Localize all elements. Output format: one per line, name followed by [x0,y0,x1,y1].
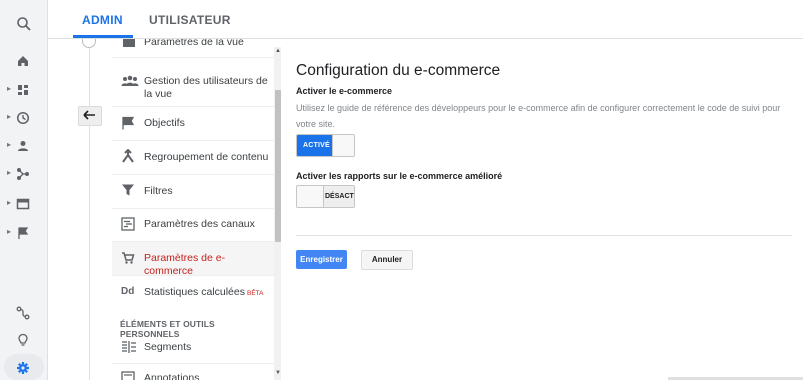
nav-item-label: Paramètres de la vue [144,39,244,48]
nav-item-segments[interactable]: Segments [112,333,275,364]
toggle-state-label: DÉSACTIVÉ [324,186,354,207]
nav-scrollbar-thumb[interactable] [275,90,281,242]
attribution-icon[interactable] [0,299,47,327]
nav-item-channel-settings[interactable]: Paramètres des canaux [112,209,275,242]
scroll-down-icon[interactable]: ▼ [275,370,281,376]
gear-icon[interactable] [0,354,47,382]
enhanced-ecommerce-toggle[interactable]: DÉSACTIVÉ [296,185,355,208]
chevron-right-icon: ▸ [7,227,12,236]
arrow-left-icon [83,110,95,120]
tab-admin[interactable]: ADMIN [82,13,123,27]
beta-badge: BÊTA [246,290,264,297]
hierarchy-line [89,45,90,380]
ecommerce-config-panel: Configuration du e-commerce Activer le e… [296,39,796,380]
home-icon[interactable] [0,47,47,75]
search-icon[interactable] [0,9,47,37]
nav-item-calculated-metrics[interactable]: Dd Statistiques calculées BÊTA [112,276,275,310]
nav-item-label: Paramètres de e-commerce [144,252,226,277]
behavior-icon[interactable]: ▸ [0,190,47,218]
content-grouping-icon [122,149,134,163]
enhanced-ecommerce-label: Activer les rapports sur le e-commerce a… [296,171,503,181]
nav-item-label: Annotations [144,372,200,380]
nav-item-user-management[interactable]: Gestion des utilisateurs de la vue [112,58,275,107]
toggle-state-label: ACTIVÉ [297,135,332,156]
nav-item-label: Regroupement de contenu [144,151,269,163]
hierarchy-column [48,39,112,380]
tab-utilisateur[interactable]: UTILISATEUR [149,13,231,27]
nav-item-label: Objectifs [144,117,185,129]
active-tab-indicator [73,35,133,38]
view-settings-nav: Paramètres de la vue Gestion des utilisa… [112,39,275,380]
enable-ecommerce-label: Activer le e-commerce [296,86,393,96]
toggle-knob [297,186,324,207]
person-icon[interactable]: ▸ [0,132,47,160]
nav-item-goals[interactable]: Objectifs [112,107,275,141]
nav-item-label: Statistiques calculées [144,286,245,298]
nav-item-ecommerce-settings[interactable]: Paramètres de e-commerce [112,242,275,277]
chevron-right-icon: ▸ [7,84,12,93]
channel-settings-icon [121,217,135,231]
cart-icon [122,252,135,264]
save-button[interactable]: Enregistrer [296,250,347,269]
chevron-right-icon: ▸ [7,112,12,121]
ecommerce-toggle[interactable]: ACTIVÉ [296,134,355,157]
filter-icon [122,184,134,196]
nav-item-label: Segments [144,341,192,353]
segments-icon [122,341,136,353]
chevron-right-icon: ▸ [7,198,12,207]
help-text: Utilisez le guide de référence des dével… [296,103,781,129]
nav-item-label: Paramètres des canaux [144,218,255,230]
toggle-knob [332,135,354,156]
nav-item-view-settings[interactable]: Paramètres de la vue [112,39,275,58]
view-settings-icon [123,39,135,47]
users-icon [121,75,139,86]
chevron-right-icon: ▸ [7,168,12,177]
dd-icon: Dd [121,286,135,297]
acquisition-icon[interactable]: ▸ [0,160,47,188]
dashboard-icon[interactable]: ▸ [0,76,47,104]
nav-item-filters[interactable]: Filtres [112,175,275,209]
annotations-icon [121,371,135,380]
top-tabs: ADMIN UTILISATEUR [48,0,803,39]
scroll-up-icon[interactable]: ▲ [275,48,281,54]
nav-item-label: Gestion des utilisateurs de la vue [144,75,268,100]
back-button[interactable] [78,106,102,126]
divider [296,235,792,236]
clock-icon[interactable]: ▸ [0,104,47,132]
cancel-button[interactable]: Annuler [361,250,413,270]
chevron-right-icon: ▸ [7,140,12,149]
flag-icon[interactable]: ▸ [0,219,47,247]
flag-icon [122,116,135,130]
nav-item-content-grouping[interactable]: Regroupement de contenu [112,141,275,175]
left-rail: ▸ ▸ ▸ ▸ ▸ ▸ [0,0,48,380]
page-title: Configuration du e-commerce [296,62,501,79]
nav-item-annotations[interactable]: Annotations [112,364,275,380]
nav-item-label: Filtres [144,185,173,197]
lightbulb-icon[interactable] [0,326,47,354]
